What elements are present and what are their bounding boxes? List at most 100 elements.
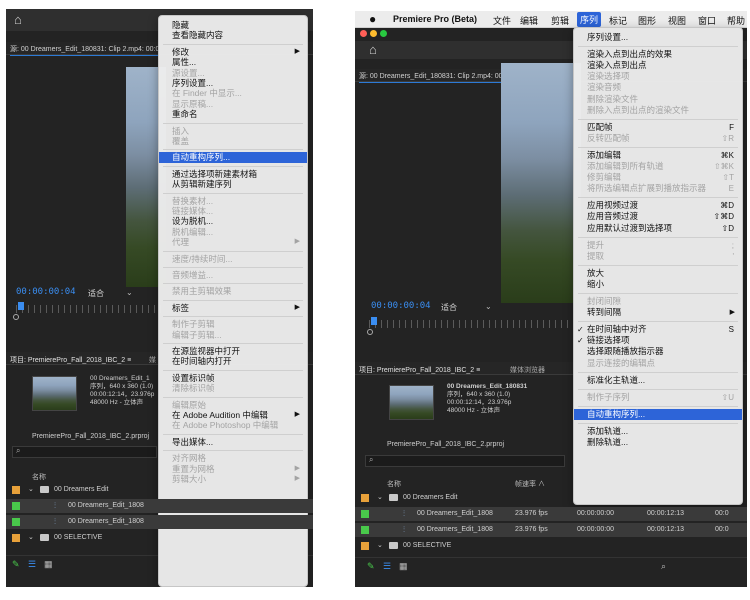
right-table-row[interactable]: ⌄ 00 SELECTIVE <box>355 539 747 553</box>
right-menu-item[interactable]: 应用音频过渡 ⇧⌘D <box>574 211 742 222</box>
window-close-button[interactable] <box>360 30 367 37</box>
right-project-tab2[interactable]: 媒体浏览器 <box>510 365 545 375</box>
pencil-icon[interactable]: ✎ <box>12 559 20 570</box>
left-table-row[interactable]: ⌄ 00 Dreamers Edit <box>6 483 313 497</box>
chevron-down-icon[interactable]: ⌄ <box>126 288 133 297</box>
right-time-ruler[interactable] <box>369 320 569 328</box>
right-timecode[interactable]: 00:00:00:04 <box>371 301 431 311</box>
list-view-icon[interactable]: ☰ <box>383 561 391 572</box>
left-menu-item[interactable]: 隐藏 <box>159 20 307 30</box>
left-menu-item[interactable]: 在源监视器中打开 <box>159 346 307 356</box>
chevron-down-icon[interactable]: ⌄ <box>485 302 492 311</box>
search-icon[interactable]: ⌕ <box>661 561 666 572</box>
right-table-row[interactable]: ⌄ 00 Dreamers Edit <box>355 491 747 505</box>
label-color-swatch[interactable] <box>361 526 369 534</box>
left-playhead[interactable] <box>18 302 24 310</box>
menubar-graphics[interactable]: 图形 <box>638 14 656 27</box>
right-menu-item[interactable]: 转到间隔 ▶ <box>574 307 742 318</box>
window-zoom-button[interactable] <box>380 30 387 37</box>
right-table-row[interactable]: ⫶ 00 Dreamers_Edit_1808 23.976 fps 00:00:00… <box>355 523 747 537</box>
menubar-clip[interactable]: 剪辑 <box>551 14 569 27</box>
right-menu-item[interactable]: 链接选择项 ✓ <box>574 335 742 346</box>
left-project-title[interactable]: 项目: PremierePro_Fall_2018_IBC_2 ≡ <box>10 355 131 365</box>
label-color-swatch[interactable] <box>12 534 20 542</box>
left-marker-circle[interactable] <box>13 314 19 320</box>
left-table-row[interactable]: ⌄ 00 SELECTIVE <box>6 531 313 545</box>
left-table-row[interactable]: ⫶ 00 Dreamers_Edit_1808 <box>6 499 313 513</box>
right-menu-item[interactable]: 选择跟随播放指示器 <box>574 346 742 357</box>
left-col-name[interactable]: 名称 <box>32 472 46 482</box>
right-menu-item[interactable]: 匹配帧 F <box>574 122 742 133</box>
label-color-swatch[interactable] <box>12 486 20 494</box>
left-menu-item[interactable]: 通过选择项新建素材箱 <box>159 169 307 179</box>
left-menu-item[interactable]: 设为脱机... <box>159 216 307 226</box>
list-view-icon[interactable]: ☰ <box>28 559 36 570</box>
right-menu-item[interactable]: 在时间轴中对齐 ✓ S <box>574 324 742 335</box>
icon-view-icon[interactable]: ▦ <box>44 559 53 570</box>
left-menu-item[interactable]: 查看隐藏内容 <box>159 30 307 40</box>
left-clip-thumbnail[interactable] <box>32 376 77 411</box>
right-menu-item[interactable]: 渲染入点到出点的效果 <box>574 49 742 60</box>
left-search-input[interactable]: ⌕ <box>12 446 157 458</box>
right-col-name[interactable]: 名称 <box>387 479 401 489</box>
window-minimize-button[interactable] <box>370 30 377 37</box>
right-playhead[interactable] <box>371 317 377 325</box>
right-search-input[interactable]: ⌕ <box>365 455 565 467</box>
left-menu-item[interactable]: 属性... <box>159 57 307 67</box>
left-menu-item[interactable]: 序列设置... <box>159 78 307 88</box>
right-fit-select[interactable]: 适合 <box>441 302 457 313</box>
left-timecode[interactable]: 00:00:00:04 <box>16 287 76 297</box>
right-project-title[interactable]: 项目: PremierePro_Fall_2018_IBC_2 ≡ <box>359 365 480 375</box>
right-menu-item[interactable]: 序列设置... <box>574 32 742 43</box>
apple-icon[interactable]: ● <box>369 12 376 26</box>
menubar-app-name[interactable]: Premiere Pro (Beta) <box>393 14 477 24</box>
right-menu-item[interactable]: 渲染入点到出点 <box>574 60 742 71</box>
left-fit-select[interactable]: 适合 <box>88 288 104 299</box>
right-menu-item[interactable]: 删除轨道... <box>574 437 742 448</box>
left-menu-item[interactable]: 标签 ▶ <box>159 303 307 313</box>
label-color-swatch[interactable] <box>361 494 369 502</box>
left-menu-item[interactable]: 在时间轴内打开 <box>159 356 307 366</box>
right-menu-item[interactable]: 自动重构序列... <box>574 408 742 420</box>
left-menu-item[interactable]: 在 Adobe Audition 中编辑 ▶ <box>159 410 307 420</box>
home-icon[interactable]: ⌂ <box>14 12 22 27</box>
label-color-swatch[interactable] <box>361 542 369 550</box>
menubar-help[interactable]: 帮助 <box>727 14 745 27</box>
left-menu-item[interactable]: 自动重构序列... <box>159 152 307 163</box>
menubar-sequence[interactable]: 序列 <box>577 12 602 27</box>
right-clip-thumbnail[interactable] <box>389 385 434 420</box>
right-table-row[interactable]: ⫶ 00 Dreamers_Edit_1808 23.976 fps 00:00:00… <box>355 507 747 521</box>
menubar-markers[interactable]: 标记 <box>609 14 627 27</box>
disclosure-chevron-icon[interactable]: ⌄ <box>28 533 34 541</box>
menubar-file[interactable]: 文件 <box>493 14 511 27</box>
menubar-view[interactable]: 视图 <box>668 14 686 27</box>
right-menu-item[interactable]: 缩小 <box>574 279 742 290</box>
left-menu-item[interactable]: 修改 ▶ <box>159 47 307 57</box>
left-menu-item[interactable]: 设置标识帧 <box>159 373 307 383</box>
left-menu-item[interactable]: 重命名 <box>159 109 307 119</box>
pencil-icon[interactable]: ✎ <box>367 561 375 572</box>
disclosure-chevron-icon[interactable]: ⌄ <box>377 541 383 549</box>
right-menu-item[interactable]: 应用视频过渡 ⌘D <box>574 200 742 211</box>
left-menu-item[interactable]: 导出媒体... <box>159 437 307 447</box>
menubar-window[interactable]: 窗口 <box>698 14 716 27</box>
icon-view-icon[interactable]: ▦ <box>399 561 408 572</box>
left-project-tab2[interactable]: 媒 <box>149 355 156 365</box>
label-color-swatch[interactable] <box>12 502 20 510</box>
right-menu-item[interactable]: 添加编辑 ⌘K <box>574 150 742 161</box>
right-menu-item[interactable]: 放大 <box>574 268 742 279</box>
left-time-ruler[interactable] <box>16 305 161 313</box>
home-icon[interactable]: ⌂ <box>369 42 377 57</box>
right-col-framerate[interactable]: 帧速率 ∧ <box>515 479 545 489</box>
right-menu-item[interactable]: 应用默认过渡到选择项 ⇧D <box>574 223 742 234</box>
right-menu-item[interactable]: 添加轨道... <box>574 426 742 437</box>
disclosure-chevron-icon[interactable]: ⌄ <box>28 485 34 493</box>
right-menu-item[interactable]: 标准化主轨道... <box>574 375 742 386</box>
left-table-row[interactable]: ⫶ 00 Dreamers_Edit_1808 <box>6 515 313 529</box>
left-menu-item[interactable]: 从剪辑新建序列 <box>159 179 307 189</box>
menubar-edit[interactable]: 编辑 <box>520 14 538 27</box>
label-color-swatch[interactable] <box>12 518 20 526</box>
label-color-swatch[interactable] <box>361 510 369 518</box>
disclosure-chevron-icon[interactable]: ⌄ <box>377 493 383 501</box>
right-marker-circle[interactable] <box>367 329 373 335</box>
